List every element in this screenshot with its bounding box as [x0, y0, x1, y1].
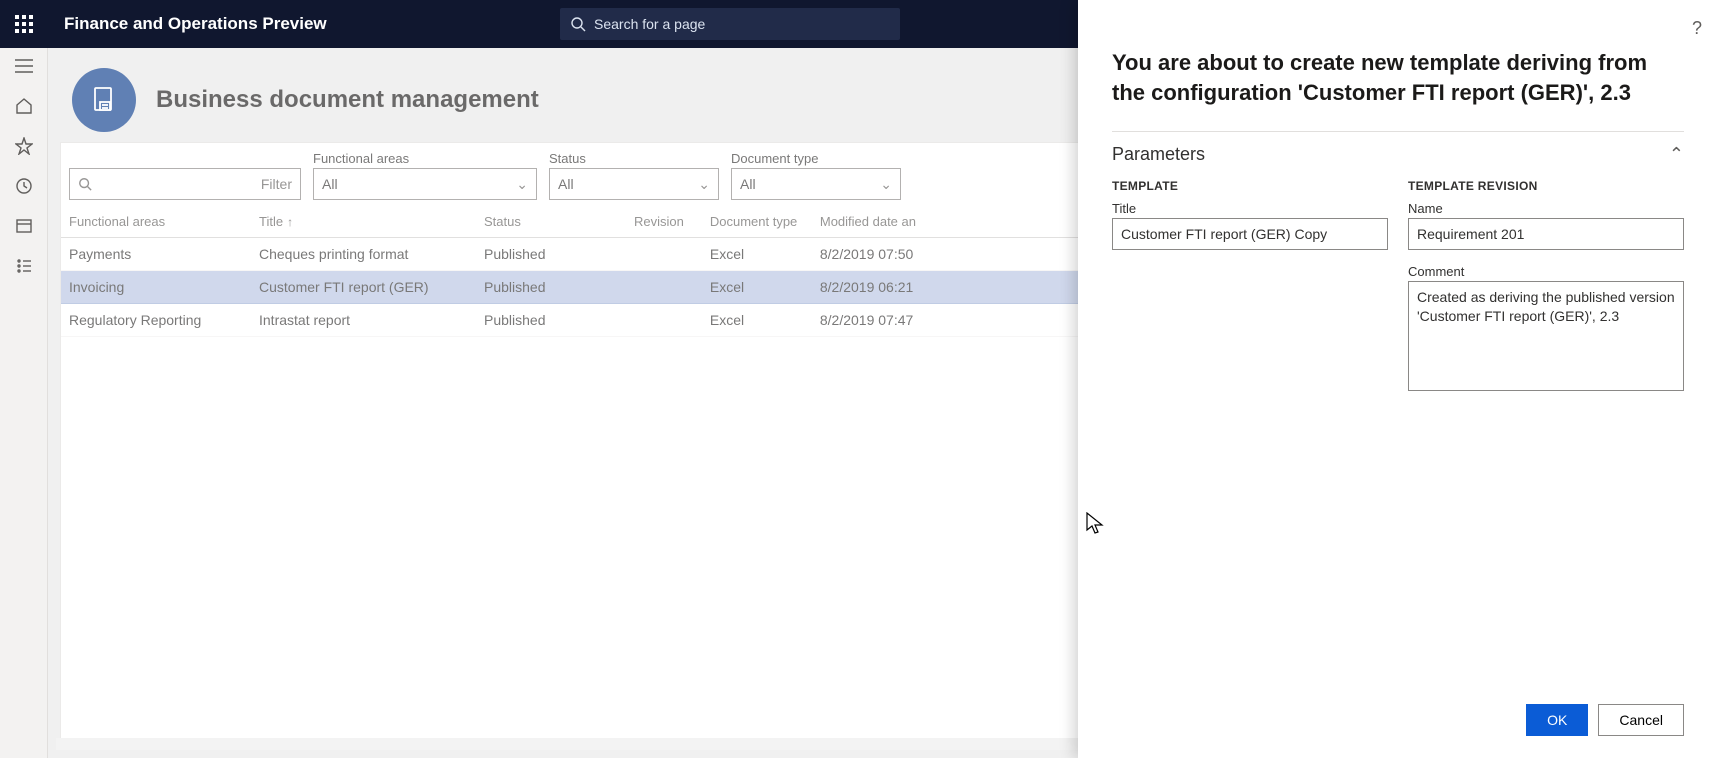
filter-placeholder: Filter [261, 176, 292, 192]
help-icon[interactable]: ? [1692, 18, 1702, 39]
cell-title: Customer FTI report (GER) [251, 271, 476, 304]
search-placeholder: Search for a page [594, 16, 705, 32]
status-select[interactable]: All ⌄ [549, 168, 719, 200]
workspace-icon[interactable] [14, 216, 34, 236]
new-template-panel: ? You are about to create new template d… [1078, 0, 1718, 758]
app-title: Finance and Operations Preview [64, 14, 327, 34]
ok-button[interactable]: OK [1526, 704, 1588, 736]
doctype-label: Document type [731, 151, 901, 166]
cell-status: Published [476, 304, 626, 337]
search-icon [570, 16, 586, 32]
page-title: Business document management [156, 86, 539, 114]
cancel-button[interactable]: Cancel [1598, 704, 1684, 736]
template-group-label: TEMPLATE [1112, 179, 1388, 193]
name-field[interactable] [1408, 218, 1684, 250]
cell-functional_areas: Invoicing [61, 271, 251, 304]
comment-label: Comment [1408, 264, 1684, 279]
col-status[interactable]: Status [476, 206, 626, 238]
chevron-down-icon: ⌄ [880, 176, 892, 193]
search-icon [78, 177, 92, 191]
cell-title: Cheques printing format [251, 238, 476, 271]
modules-icon[interactable] [14, 256, 34, 276]
page-icon [72, 68, 136, 132]
doctype-select[interactable]: All ⌄ [731, 168, 901, 200]
col-functional-areas[interactable]: Functional areas [61, 206, 251, 238]
functional-areas-label: Functional areas [313, 151, 537, 166]
hamburger-icon[interactable] [14, 56, 34, 76]
star-icon[interactable] [14, 136, 34, 156]
divider [1112, 131, 1684, 132]
chevron-up-icon: ⌃ [1669, 144, 1684, 165]
panel-heading: You are about to create new template der… [1112, 48, 1684, 107]
recent-icon[interactable] [14, 176, 34, 196]
functional-areas-select[interactable]: All ⌄ [313, 168, 537, 200]
chevron-down-icon: ⌄ [698, 176, 710, 193]
sort-asc-icon: ↑ [287, 215, 293, 229]
cell-functional_areas: Regulatory Reporting [61, 304, 251, 337]
search-input[interactable]: Search for a page [560, 8, 900, 40]
cell-document_type: Excel [702, 304, 812, 337]
col-title[interactable]: Title↑ [251, 206, 476, 238]
cell-revision [626, 238, 702, 271]
chevron-down-icon: ⌄ [516, 176, 528, 193]
col-revision[interactable]: Revision [626, 206, 702, 238]
col-doctype[interactable]: Document type [702, 206, 812, 238]
cell-document_type: Excel [702, 238, 812, 271]
cell-status: Published [476, 238, 626, 271]
nav-rail [0, 48, 48, 758]
title-label: Title [1112, 201, 1388, 216]
title-field[interactable] [1112, 218, 1388, 250]
parameters-section-toggle[interactable]: Parameters ⌃ [1112, 144, 1684, 165]
cell-status: Published [476, 271, 626, 304]
cell-document_type: Excel [702, 271, 812, 304]
name-label: Name [1408, 201, 1684, 216]
status-label: Status [549, 151, 719, 166]
revision-group-label: TEMPLATE REVISION [1408, 179, 1684, 193]
cell-revision [626, 304, 702, 337]
cell-revision [626, 271, 702, 304]
cell-title: Intrastat report [251, 304, 476, 337]
filter-input[interactable]: Filter [69, 168, 301, 200]
cell-functional_areas: Payments [61, 238, 251, 271]
home-icon[interactable] [14, 96, 34, 116]
app-launcher-icon[interactable] [0, 0, 48, 48]
comment-field[interactable] [1408, 281, 1684, 391]
